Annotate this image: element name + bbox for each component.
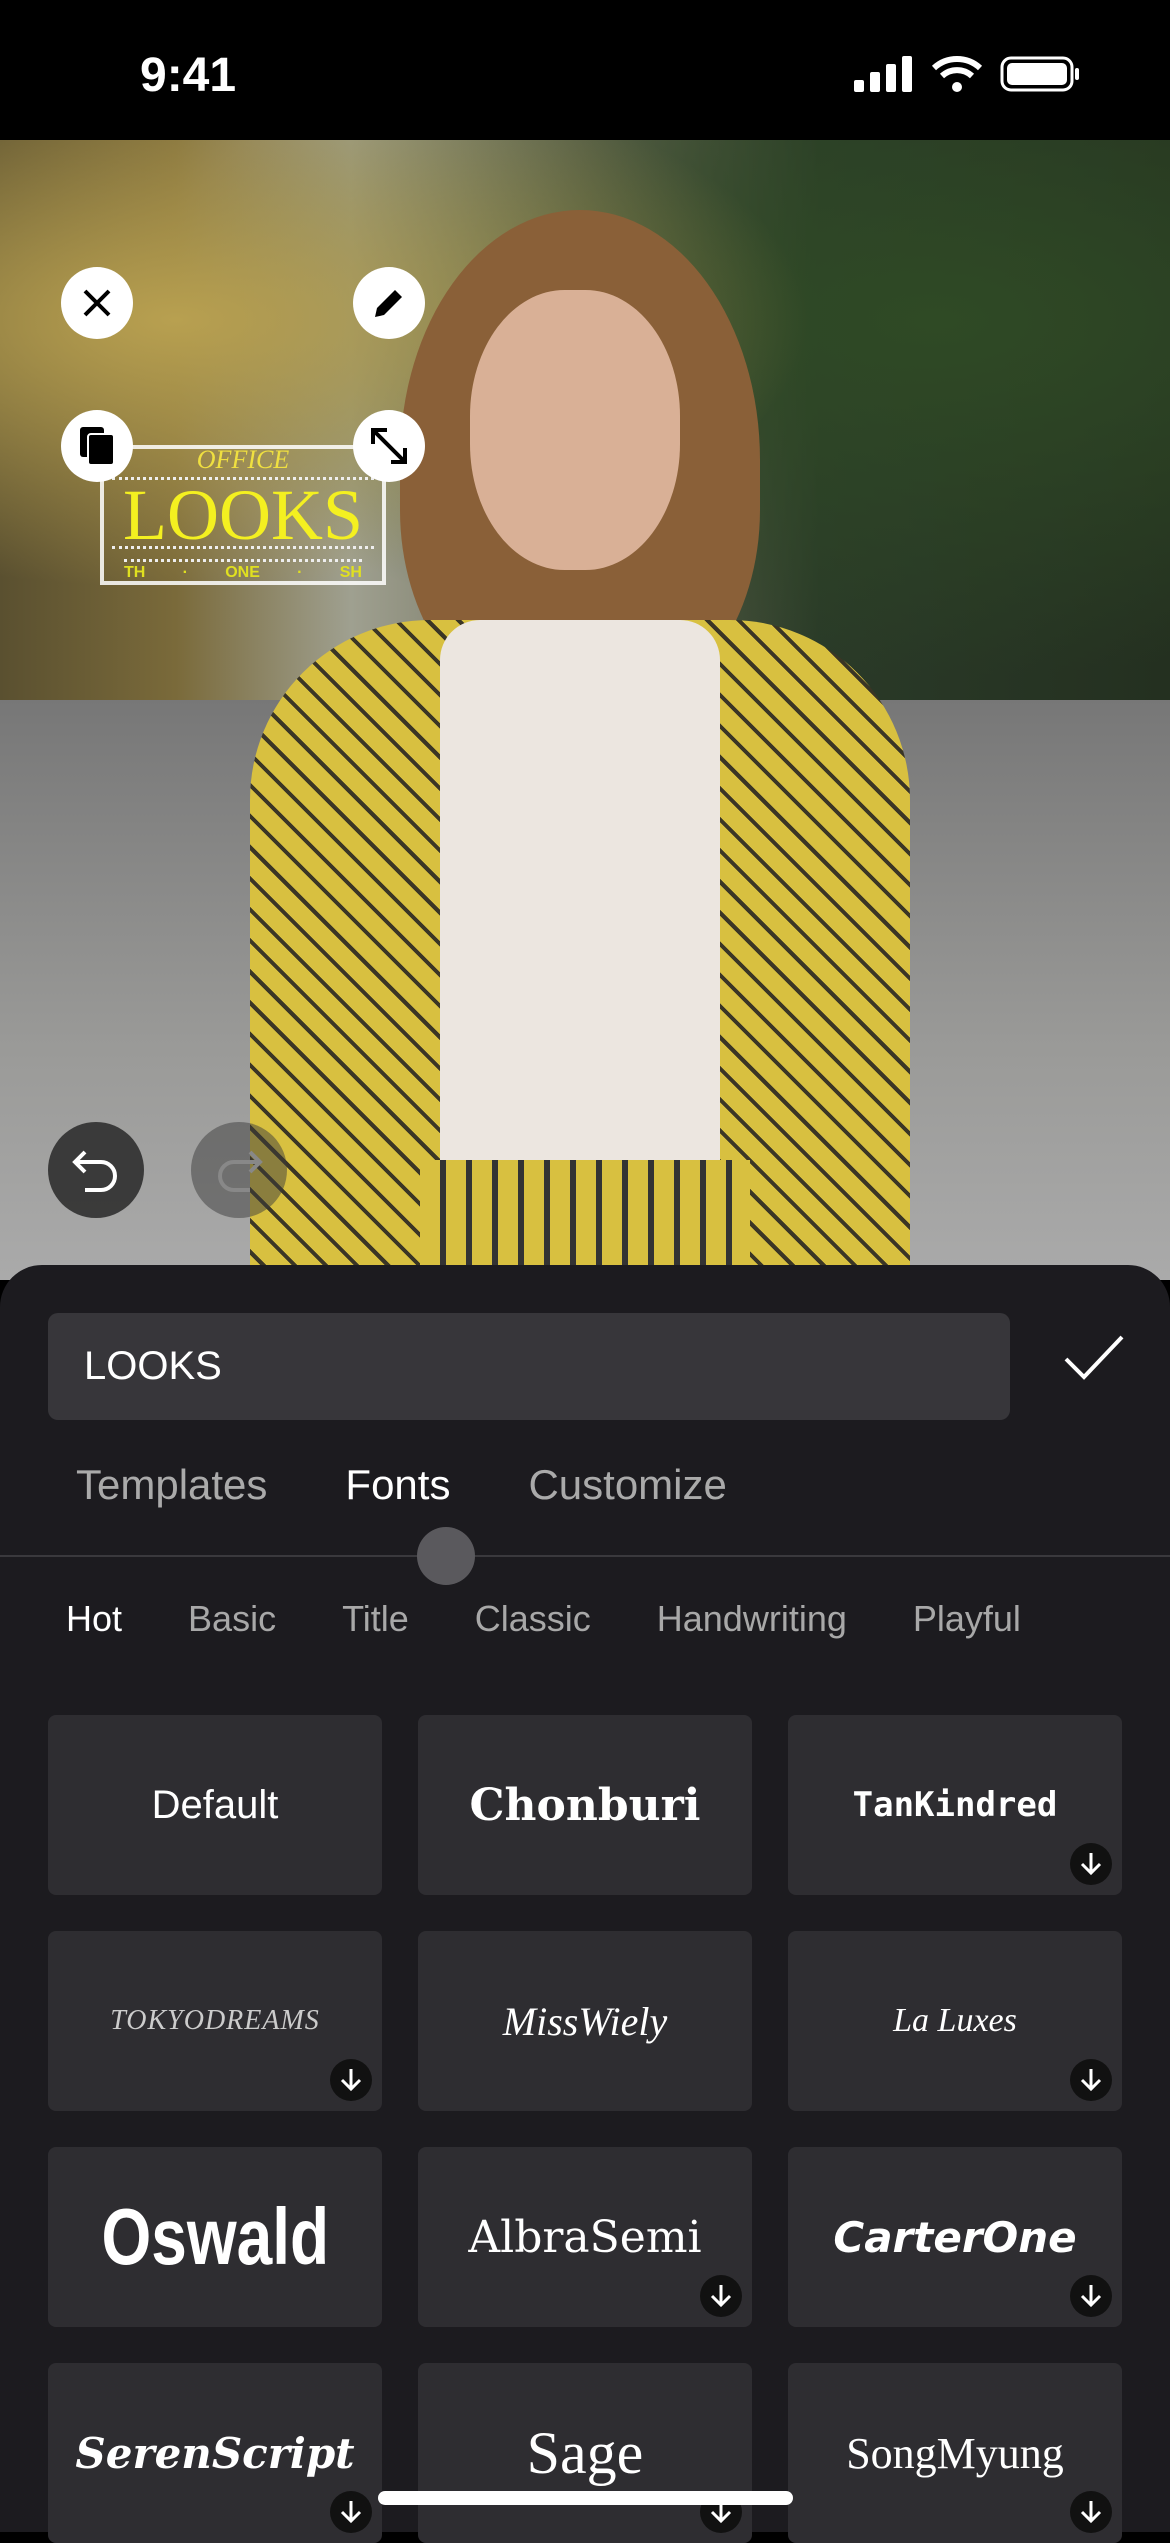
photo-canvas[interactable]: OFFICE LOOKS TH · ONE · SH xyxy=(0,140,1170,1280)
category-basic[interactable]: Basic xyxy=(188,1598,276,1640)
sticker-word: · xyxy=(297,564,303,581)
download-icon[interactable] xyxy=(1070,2059,1112,2101)
download-icon[interactable] xyxy=(330,2491,372,2533)
font-name: TOKYODREAMS xyxy=(110,2005,320,2036)
font-name: MissWiely xyxy=(502,1998,668,2044)
redo-icon xyxy=(218,1150,263,1192)
duplicate-sticker-button[interactable] xyxy=(61,410,133,482)
font-option-tokyodreams[interactable]: TOKYODREAMS xyxy=(48,1931,382,2111)
wifi-icon xyxy=(932,56,982,92)
font-name: Oswald xyxy=(101,2192,329,2281)
font-name: AlbraSemi xyxy=(468,2211,702,2263)
font-option-misswiely[interactable]: MissWiely xyxy=(418,1931,752,2111)
delete-sticker-button[interactable] xyxy=(61,267,133,339)
font-option-carterone[interactable]: CarterOne xyxy=(788,2147,1122,2327)
font-option-songmyung[interactable]: SongMyung xyxy=(788,2363,1122,2543)
font-option-oswald[interactable]: Oswald xyxy=(48,2147,382,2327)
download-icon[interactable] xyxy=(700,2275,742,2317)
text-editor-panel: LOOKS Templates Fonts Customize Hot Basi… xyxy=(0,1265,1170,2543)
font-option-chonburi[interactable]: Chonburi xyxy=(418,1715,752,1895)
tab-customize[interactable]: Customize xyxy=(528,1461,726,1509)
download-icon[interactable] xyxy=(330,2059,372,2101)
pencil-icon xyxy=(375,290,402,317)
font-option-serenscript[interactable]: SerenScript xyxy=(48,2363,382,2543)
font-name: La Luxes xyxy=(893,2002,1017,2039)
drag-indicator[interactable] xyxy=(417,1527,475,1585)
edit-sticker-button[interactable] xyxy=(353,267,425,339)
font-option-albrasemi[interactable]: AlbraSemi xyxy=(418,2147,752,2327)
confirm-check-icon[interactable] xyxy=(1062,1333,1126,1381)
download-icon[interactable] xyxy=(1070,1843,1112,1885)
category-hot[interactable]: Hot xyxy=(66,1598,122,1640)
undo-icon xyxy=(72,1150,117,1192)
cellular-signal-icon xyxy=(854,56,912,92)
status-bar: 9:41 xyxy=(0,0,1170,140)
sticker-word: SH xyxy=(339,564,362,581)
undo-button[interactable] xyxy=(48,1122,144,1218)
font-option-sage[interactable]: Sage xyxy=(418,2363,752,2543)
sticker-top-text: OFFICE xyxy=(196,445,290,474)
text-input[interactable]: LOOKS xyxy=(48,1313,1010,1420)
tab-fonts[interactable]: Fonts xyxy=(345,1461,450,1509)
status-time: 9:41 xyxy=(140,49,237,102)
font-option-tankindred[interactable]: TanKindred xyxy=(788,1715,1122,1895)
sticker-main-text: LOOKS xyxy=(112,477,374,551)
resize-icon xyxy=(371,428,407,464)
duplicate-icon xyxy=(80,427,115,466)
text-sticker[interactable]: OFFICE LOOKS TH · ONE · SH xyxy=(100,445,386,585)
font-option-la-luxes[interactable]: La Luxes xyxy=(788,1931,1122,2111)
font-option-default[interactable]: Default xyxy=(48,1715,382,1895)
font-name: TanKindred xyxy=(852,1785,1058,1825)
close-icon xyxy=(83,289,111,317)
redo-button[interactable] xyxy=(191,1122,287,1218)
font-name: Default xyxy=(151,1782,279,1827)
download-icon[interactable] xyxy=(1070,2275,1112,2317)
tab-templates[interactable]: Templates xyxy=(76,1461,267,1509)
sticker-word: ONE xyxy=(225,564,260,581)
category-handwriting[interactable]: Handwriting xyxy=(657,1598,847,1640)
category-title[interactable]: Title xyxy=(342,1598,409,1640)
font-name: SongMyung xyxy=(846,2428,1064,2478)
category-classic[interactable]: Classic xyxy=(475,1598,591,1640)
font-name: SerenScript xyxy=(75,2428,355,2478)
sticker-word: · xyxy=(182,564,188,581)
download-icon[interactable] xyxy=(1070,2491,1112,2533)
sticker-word: TH xyxy=(124,564,146,581)
divider xyxy=(0,1555,1170,1557)
battery-icon xyxy=(1000,56,1079,92)
font-name: CarterOne xyxy=(833,2212,1077,2262)
home-indicator[interactable] xyxy=(378,2491,793,2505)
font-name: Sage xyxy=(526,2419,644,2486)
category-playful[interactable]: Playful xyxy=(913,1598,1021,1640)
person-photo xyxy=(250,200,910,1280)
font-grid: Default Chonburi TanKindred TOKYODREAMS Miss… xyxy=(48,1715,1122,2543)
resize-sticker-handle[interactable] xyxy=(353,410,425,482)
font-name: Chonburi xyxy=(469,1779,701,1831)
